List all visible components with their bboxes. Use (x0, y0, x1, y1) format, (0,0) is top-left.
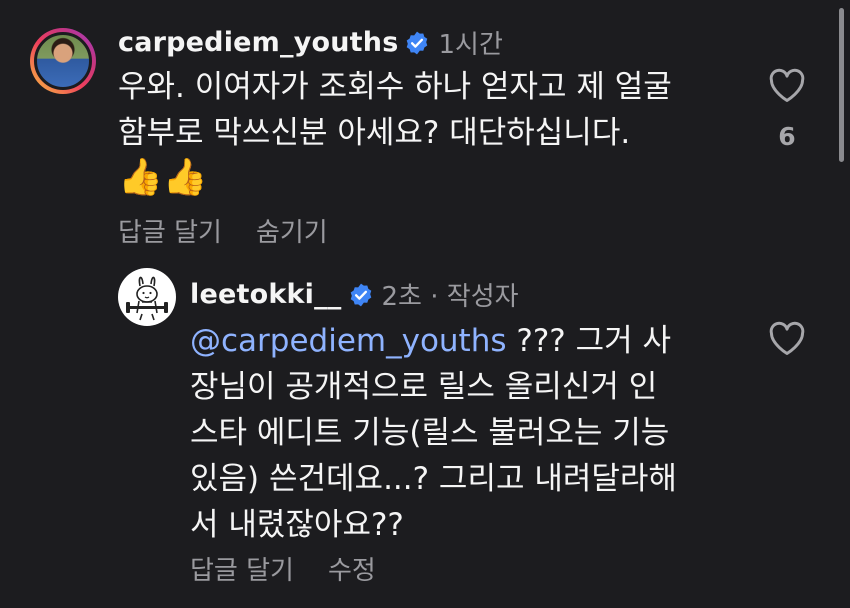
comment-line: 서 내렸잖아요?? (190, 507, 404, 543)
avatar-photo (34, 32, 92, 90)
comment-actions: 답글 달기 숨기기 (118, 212, 328, 249)
comment-line: 우와. 이여자가 조회수 하나 얻자고 제 얼굴 (118, 69, 672, 105)
comment-text: @carpediem_youths ??? 그거 사 장님이 공개적으로 릴스 … (190, 318, 677, 548)
username[interactable]: leetokki__ (190, 279, 342, 310)
verified-badge-icon (407, 31, 428, 54)
heart-icon[interactable] (767, 67, 807, 103)
comment-text: 우와. 이여자가 조회수 하나 얻자고 제 얼굴 함부로 막쓰신분 아세요? 대… (118, 64, 672, 156)
thumbs-up-emoji: 👍👍 (118, 157, 208, 198)
timestamp-author: 2초 · 작성자 (381, 282, 519, 312)
comment-line: 스타 에디트 기능(릴스 불러오는 기능 (190, 415, 670, 451)
avatar-leetokki[interactable] (118, 268, 176, 326)
reply-button[interactable]: 답글 달기 (118, 212, 222, 249)
hide-button[interactable]: 숨기기 (256, 212, 328, 249)
rabbit-avatar-icon (126, 276, 168, 321)
comment-header: leetokki__ 2초 · 작성자 (190, 276, 519, 313)
comment-line: @carpediem_youths ??? 그거 사 (190, 318, 677, 364)
like-count: 6 (778, 122, 796, 151)
comment-line: 장님이 공개적으로 릴스 올리신거 인 (190, 369, 658, 405)
scrollbar[interactable] (839, 8, 844, 162)
comment-header: carpediem_youths 1시간 (118, 24, 503, 61)
mention-link[interactable]: @carpediem_youths (190, 323, 507, 359)
timestamp: 1시간 (438, 30, 503, 60)
avatar-carpediem[interactable] (30, 28, 96, 94)
comment-actions: 답글 달기 수정 (190, 550, 376, 587)
reply-button[interactable]: 답글 달기 (190, 550, 294, 587)
comment-line: 함부로 막쓰신분 아세요? 대단하십니다. (118, 115, 631, 151)
heart-icon[interactable] (767, 320, 807, 356)
comment-line: 있음) 쓴건데요...? 그리고 내려달라해 (190, 461, 677, 497)
comment-line-rest: ??? 그거 사 (506, 323, 671, 359)
username[interactable]: carpediem_youths (118, 27, 398, 58)
verified-badge-icon (350, 283, 371, 306)
edit-button[interactable]: 수정 (328, 550, 376, 587)
